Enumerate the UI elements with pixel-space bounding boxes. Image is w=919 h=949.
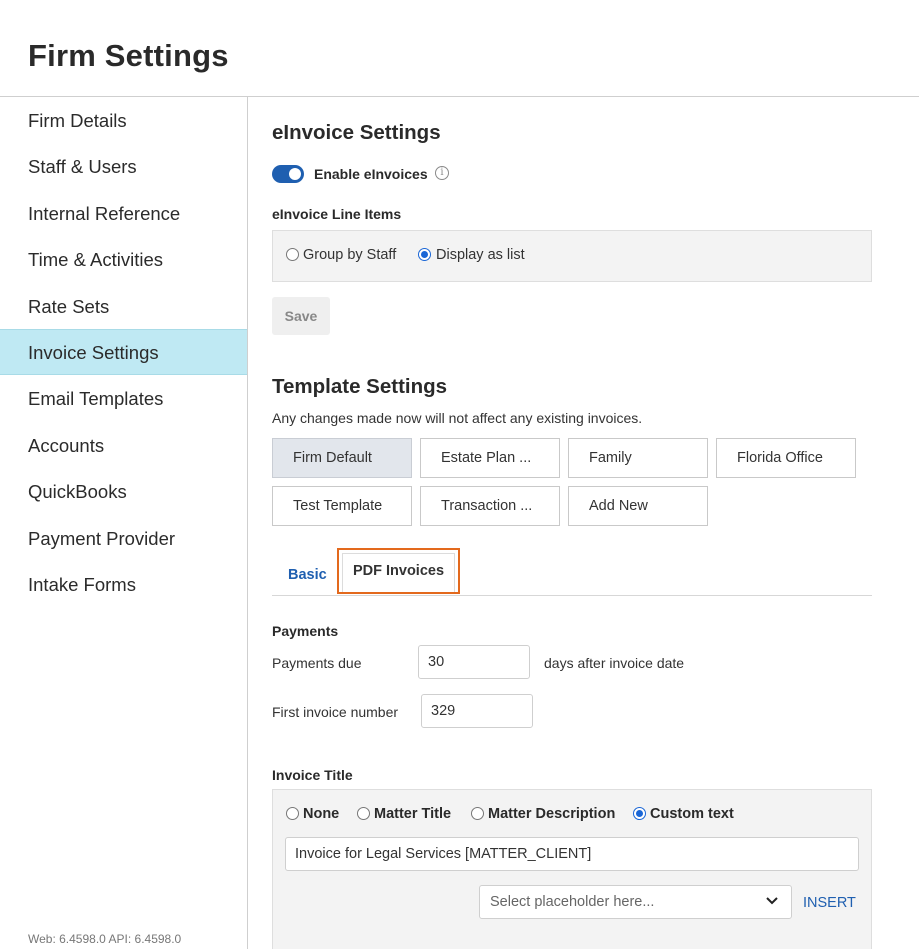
radio-matter-title[interactable] xyxy=(357,807,370,820)
sidebar-item-rate-sets[interactable]: Rate Sets xyxy=(0,284,247,330)
einvoice-line-items-panel: Group by Staff Display as list xyxy=(272,230,872,282)
radio-label-custom-text: Custom text xyxy=(650,806,734,822)
radio-none[interactable] xyxy=(286,807,299,820)
tabs-divider xyxy=(272,595,872,596)
payments-due-label: Payments due xyxy=(272,655,362,671)
tab-pdf-label: PDF Invoices xyxy=(352,563,445,579)
enable-einvoices-label: Enable eInvoices xyxy=(314,166,428,182)
placeholder-select[interactable]: Select placeholder here... xyxy=(479,885,792,919)
payments-heading: Payments xyxy=(272,623,339,639)
radio-label-display-as-list: Display as list xyxy=(436,247,525,263)
template-button-family[interactable]: Family xyxy=(568,438,708,478)
template-note: Any changes made now will not affect any… xyxy=(272,410,643,426)
payments-due-input[interactable]: 30 xyxy=(418,645,530,679)
tab-basic[interactable]: Basic xyxy=(288,567,327,583)
save-button[interactable]: Save xyxy=(272,297,330,335)
sidebar-item-quickbooks[interactable]: QuickBooks xyxy=(0,469,247,515)
enable-einvoices-toggle[interactable] xyxy=(272,165,304,183)
template-button-transaction[interactable]: Transaction ... xyxy=(420,486,560,526)
sidebar-item-payment-provider[interactable]: Payment Provider xyxy=(0,516,247,562)
sidebar-item-intake-forms[interactable]: Intake Forms xyxy=(0,562,247,608)
sidebar-item-invoice-settings[interactable]: Invoice Settings xyxy=(0,329,247,375)
radio-label-matter-description: Matter Description xyxy=(488,806,616,822)
template-button-test-template[interactable]: Test Template xyxy=(272,486,412,526)
radio-label-matter-title: Matter Title xyxy=(374,806,452,822)
radio-label-none: None xyxy=(303,806,340,822)
sidebar-item-staff-users[interactable]: Staff & Users xyxy=(0,144,247,190)
radio-matter-description[interactable] xyxy=(471,807,484,820)
page-header: Firm Settings xyxy=(0,0,919,97)
add-new-template-button[interactable]: Add New xyxy=(568,486,708,526)
invoice-title-heading: Invoice Title xyxy=(272,767,353,783)
radio-display-as-list[interactable] xyxy=(418,248,431,261)
einvoice-heading: eInvoice Settings xyxy=(272,121,441,144)
insert-button[interactable]: INSERT xyxy=(803,895,856,911)
main-content: eInvoice Settings Enable eInvoices i eIn… xyxy=(248,97,919,949)
toggle-knob xyxy=(289,168,301,180)
version-label: Web: 6.4598.0 API: 6.4598.0 xyxy=(28,932,182,946)
radio-custom-text[interactable] xyxy=(633,807,646,820)
einvoice-line-items-label: eInvoice Line Items xyxy=(272,206,402,222)
radio-label-group-by-staff: Group by Staff xyxy=(303,247,397,263)
custom-title-input[interactable]: Invoice for Legal Services [MATTER_CLIEN… xyxy=(285,837,859,871)
sidebar-item-internal-reference[interactable]: Internal Reference xyxy=(0,191,247,237)
sidebar-item-firm-details[interactable]: Firm Details xyxy=(0,98,247,144)
chevron-down-icon xyxy=(766,897,778,905)
template-settings-heading: Template Settings xyxy=(272,375,448,398)
sidebar-item-email-templates[interactable]: Email Templates xyxy=(0,376,247,422)
sidebar-item-time-activities[interactable]: Time & Activities xyxy=(0,237,247,283)
sidebar: Firm Details Staff & Users Internal Refe… xyxy=(0,97,248,949)
template-button-estate-plan[interactable]: Estate Plan ... xyxy=(420,438,560,478)
template-button-firm-default[interactable]: Firm Default xyxy=(272,438,412,478)
payments-due-suffix: days after invoice date xyxy=(544,655,685,671)
sidebar-item-accounts[interactable]: Accounts xyxy=(0,423,247,469)
radio-group-by-staff[interactable] xyxy=(286,248,299,261)
template-button-florida-office[interactable]: Florida Office xyxy=(716,438,856,478)
page-title: Firm Settings xyxy=(28,38,229,73)
info-icon[interactable]: i xyxy=(435,166,449,180)
first-invoice-number-label: First invoice number xyxy=(272,704,399,720)
placeholder-select-text: Select placeholder here... xyxy=(490,894,655,910)
first-invoice-number-input[interactable]: 329 xyxy=(421,694,533,728)
tab-pdf-invoices[interactable]: PDF Invoices xyxy=(337,548,460,594)
